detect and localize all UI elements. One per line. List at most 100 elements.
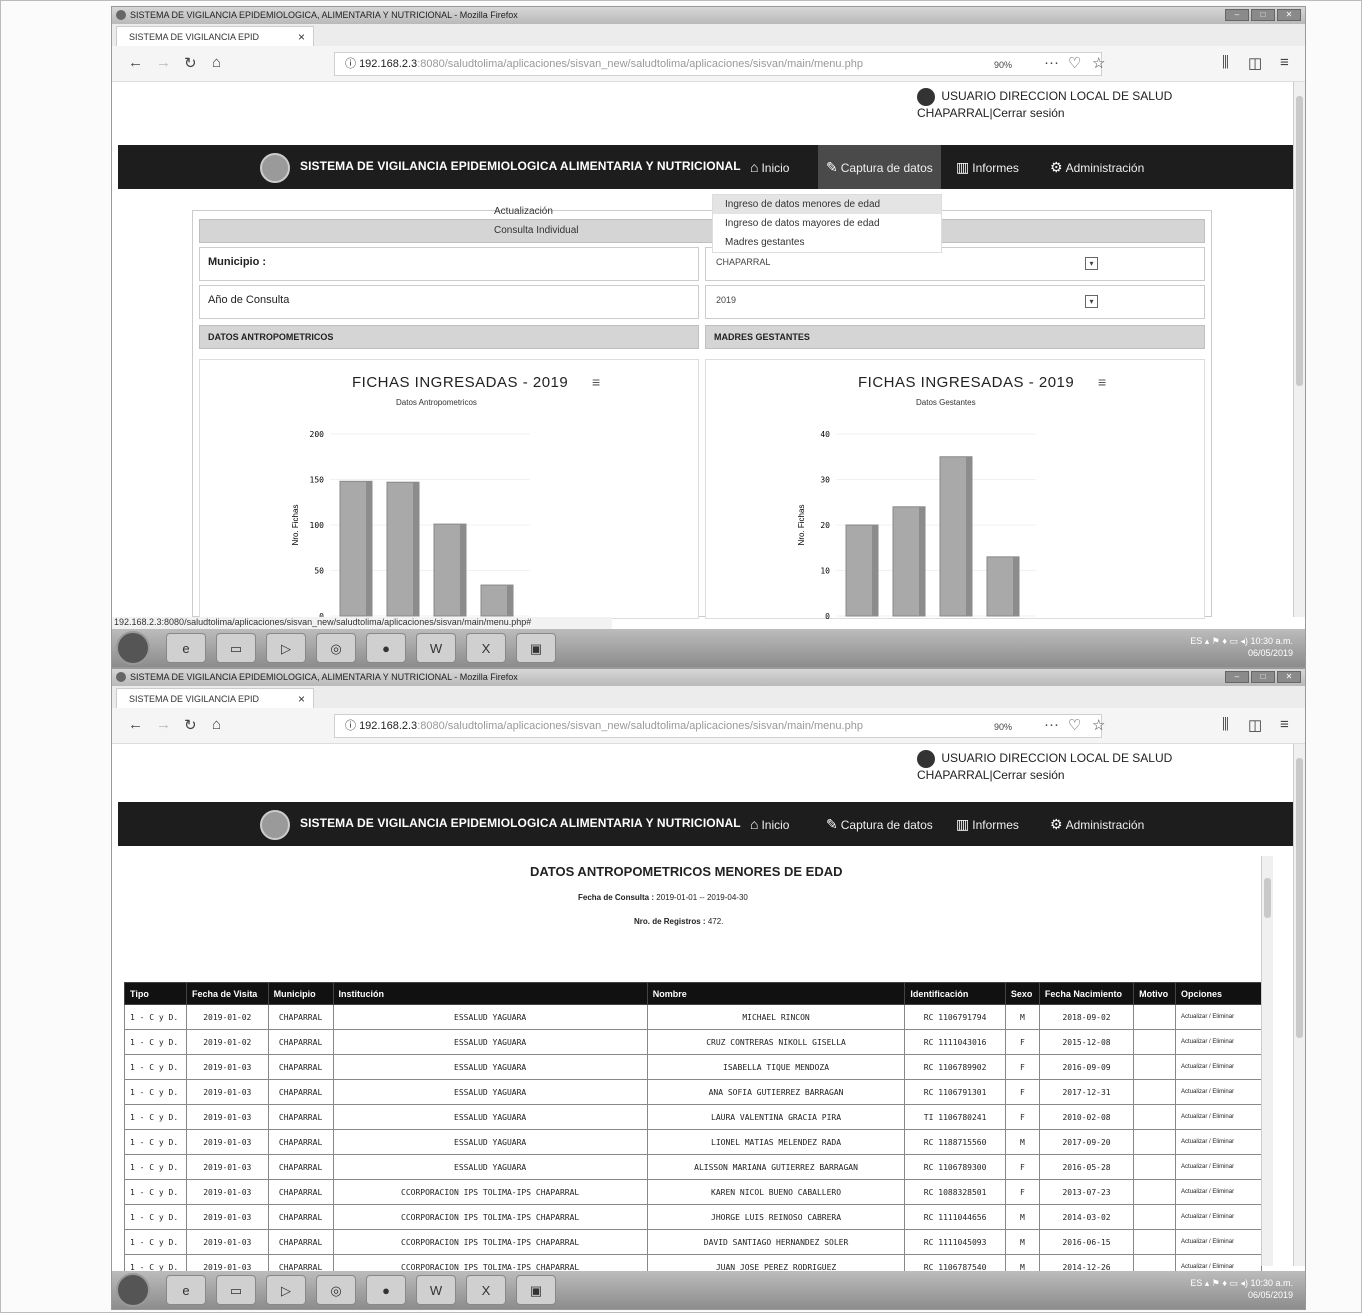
close-window-button[interactable]: ✕ — [1277, 9, 1301, 21]
close-tab-icon[interactable]: × — [298, 689, 305, 709]
menu-administracion[interactable]: ⚙ Administración — [1050, 816, 1144, 833]
back-icon[interactable]: ← — [128, 716, 143, 733]
pocket-icon[interactable]: ♡ — [1068, 716, 1081, 734]
home-icon[interactable]: ⌂ — [212, 54, 221, 71]
delete-link[interactable]: Eliminar — [1212, 1189, 1234, 1195]
home-icon[interactable]: ⌂ — [212, 716, 221, 733]
maximize-button[interactable]: □ — [1251, 9, 1275, 21]
close-window-button[interactable]: ✕ — [1277, 671, 1301, 683]
scroll-thumb[interactable] — [1296, 96, 1303, 386]
folder-icon[interactable]: ▭ — [216, 1275, 256, 1305]
chart-menu-icon[interactable]: ≡ — [1098, 374, 1106, 390]
forward-icon[interactable]: → — [156, 716, 171, 733]
delete-link[interactable]: Eliminar — [1212, 1139, 1234, 1145]
delete-link[interactable]: Eliminar — [1212, 1064, 1234, 1070]
media-icon[interactable]: ▷ — [266, 633, 306, 663]
menu-item-consulta-individual[interactable]: Consulta Individual — [482, 221, 591, 240]
menu-administracion[interactable]: ⚙ Administración — [1050, 159, 1144, 176]
delete-link[interactable]: Eliminar — [1212, 1239, 1234, 1245]
logout-link[interactable]: |Cerrar sesión — [989, 768, 1064, 782]
delete-link[interactable]: Eliminar — [1212, 1164, 1234, 1170]
url-bar[interactable]: ⓘ 192.168.2.3:8080/saludtolima/aplicacio… — [334, 714, 1102, 738]
page-scrollbar[interactable] — [1293, 744, 1305, 1266]
logout-link[interactable]: |Cerrar sesión — [989, 106, 1064, 120]
chrome-icon[interactable]: ◎ — [316, 1275, 356, 1305]
start-button[interactable] — [116, 1273, 150, 1307]
update-link[interactable]: Actualizar — [1181, 1089, 1207, 1095]
menu-item-gestantes[interactable]: Madres gestantes — [713, 233, 941, 252]
minimize-button[interactable]: – — [1225, 9, 1249, 21]
minimize-button[interactable]: – — [1225, 671, 1249, 683]
firefox-task-icon[interactable]: ● — [366, 1275, 406, 1305]
menu-item-menores[interactable]: Ingreso de datos menores de edad — [713, 195, 941, 214]
update-link[interactable]: Actualizar — [1181, 1139, 1207, 1145]
clock-time[interactable]: 10:30 a.m. — [1250, 636, 1293, 646]
menu-item-mayores[interactable]: Ingreso de datos mayores de edad — [713, 214, 941, 233]
delete-link[interactable]: Eliminar — [1212, 1014, 1234, 1020]
menu-informes[interactable]: ▥ Informes — [956, 816, 1019, 833]
screen-icon[interactable]: ▣ — [516, 1275, 556, 1305]
library-icon[interactable]: ⫼ — [1222, 54, 1229, 71]
menu-inicio[interactable]: ⌂ Inicio — [750, 159, 789, 175]
excel-icon[interactable]: X — [466, 1275, 506, 1305]
menu-icon[interactable]: ≡ — [1280, 54, 1289, 71]
scroll-thumb[interactable] — [1296, 758, 1303, 1038]
sidebar-icon[interactable]: ◫ — [1248, 54, 1262, 72]
update-link[interactable]: Actualizar — [1181, 1064, 1207, 1070]
pocket-icon[interactable]: ♡ — [1068, 54, 1081, 72]
page-scrollbar[interactable] — [1293, 82, 1305, 617]
chart-menu-icon[interactable]: ≡ — [592, 374, 600, 390]
browser-tab[interactable]: SISTEMA DE VIGILANCIA EPID × — [116, 688, 314, 708]
excel-icon[interactable]: X — [466, 633, 506, 663]
zoom-level[interactable]: 90% — [994, 722, 1012, 732]
close-tab-icon[interactable]: × — [298, 27, 305, 47]
scroll-thumb[interactable] — [1264, 878, 1271, 918]
delete-link[interactable]: Eliminar — [1212, 1214, 1234, 1220]
folder-icon[interactable]: ▭ — [216, 633, 256, 663]
chrome-icon[interactable]: ◎ — [316, 633, 356, 663]
page-actions-icon[interactable]: ··· — [1044, 54, 1059, 71]
language[interactable]: ES — [1190, 1278, 1202, 1288]
firefox-task-icon[interactable]: ● — [366, 633, 406, 663]
menu-captura[interactable]: ✎ Captura de datos — [826, 816, 933, 833]
update-link[interactable]: Actualizar — [1181, 1239, 1207, 1245]
menu-icon[interactable]: ≡ — [1280, 716, 1289, 733]
media-icon[interactable]: ▷ — [266, 1275, 306, 1305]
bookmark-star-icon[interactable]: ☆ — [1092, 54, 1105, 72]
word-icon[interactable]: W — [416, 633, 456, 663]
reload-icon[interactable]: ↻ — [184, 716, 197, 734]
page-actions-icon[interactable]: ··· — [1044, 716, 1059, 733]
ie-icon[interactable]: e — [166, 1275, 206, 1305]
browser-tab[interactable]: SISTEMA DE VIGILANCIA EPID × — [116, 26, 314, 46]
library-icon[interactable]: ⫼ — [1222, 716, 1229, 733]
menu-item-actualizacion[interactable]: Actualización — [482, 202, 591, 221]
delete-link[interactable]: Eliminar — [1212, 1264, 1234, 1270]
delete-link[interactable]: Eliminar — [1212, 1089, 1234, 1095]
clock-time[interactable]: 10:30 a.m. — [1250, 1278, 1293, 1288]
update-link[interactable]: Actualizar — [1181, 1189, 1207, 1195]
url-bar[interactable]: ⓘ 192.168.2.3:8080/saludtolima/aplicacio… — [334, 52, 1102, 76]
ie-icon[interactable]: e — [166, 633, 206, 663]
update-link[interactable]: Actualizar — [1181, 1164, 1207, 1170]
anio-select[interactable]: 2019 ▾ — [705, 285, 1205, 319]
bookmark-star-icon[interactable]: ☆ — [1092, 716, 1105, 734]
forward-icon[interactable]: → — [156, 54, 171, 71]
maximize-button[interactable]: □ — [1251, 671, 1275, 683]
reload-icon[interactable]: ↻ — [184, 54, 197, 72]
update-link[interactable]: Actualizar — [1181, 1114, 1207, 1120]
update-link[interactable]: Actualizar — [1181, 1214, 1207, 1220]
menu-inicio[interactable]: ⌂ Inicio — [750, 816, 789, 832]
delete-link[interactable]: Eliminar — [1212, 1039, 1234, 1045]
menu-informes[interactable]: ▥ Informes — [956, 159, 1019, 176]
update-link[interactable]: Actualizar — [1181, 1264, 1207, 1270]
update-link[interactable]: Actualizar — [1181, 1039, 1207, 1045]
screen-icon[interactable]: ▣ — [516, 633, 556, 663]
language[interactable]: ES — [1190, 636, 1202, 646]
menu-captura[interactable]: ✎ Captura de datos — [818, 145, 941, 189]
back-icon[interactable]: ← — [128, 54, 143, 71]
inner-scrollbar[interactable] — [1261, 856, 1273, 1266]
delete-link[interactable]: Eliminar — [1212, 1114, 1234, 1120]
sidebar-icon[interactable]: ◫ — [1248, 716, 1262, 734]
start-button[interactable] — [116, 631, 150, 665]
update-link[interactable]: Actualizar — [1181, 1014, 1207, 1020]
